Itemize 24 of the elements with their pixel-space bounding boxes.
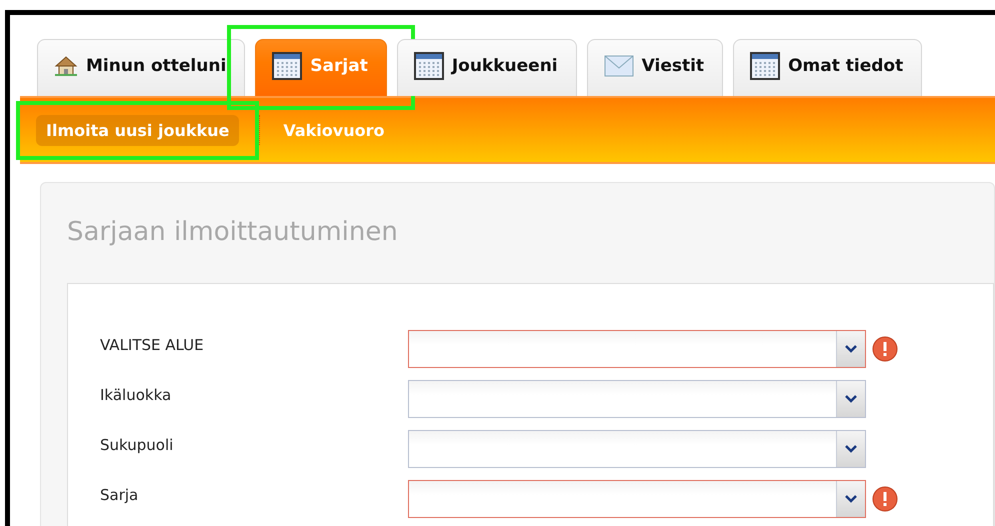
nav-tab[interactable]: Minun otteluni: [37, 39, 246, 96]
field-label: Sarja: [99, 486, 140, 504]
error-icon: [872, 336, 898, 362]
nav-tab[interactable]: Viestit: [586, 39, 724, 96]
select-field[interactable]: [408, 430, 866, 468]
calendar-icon: [272, 51, 302, 81]
chevron-down-icon: [845, 495, 857, 503]
select-field[interactable]: [408, 380, 866, 418]
chevron-down-icon: [845, 445, 857, 453]
chevron-down-icon: [845, 345, 857, 353]
nav-tab[interactable]: Joukkueeni: [396, 39, 577, 96]
field-label: VALITSE ALUE: [99, 336, 205, 354]
calendar-icon: [750, 51, 780, 81]
calendar-icon: [414, 51, 444, 81]
envelope-icon: [604, 55, 634, 77]
panel-title: Sarjaan ilmoittautuminen: [66, 216, 399, 249]
nav-tab[interactable]: Omat tiedot: [733, 39, 922, 96]
error-icon: [872, 486, 898, 512]
chevron-down-icon: [845, 395, 857, 403]
field-label: Ikäluokka: [99, 386, 172, 404]
house-icon: [54, 55, 78, 77]
field-label: Sukupuoli: [99, 436, 174, 454]
select-field[interactable]: [408, 480, 866, 518]
select-field[interactable]: [408, 330, 866, 368]
